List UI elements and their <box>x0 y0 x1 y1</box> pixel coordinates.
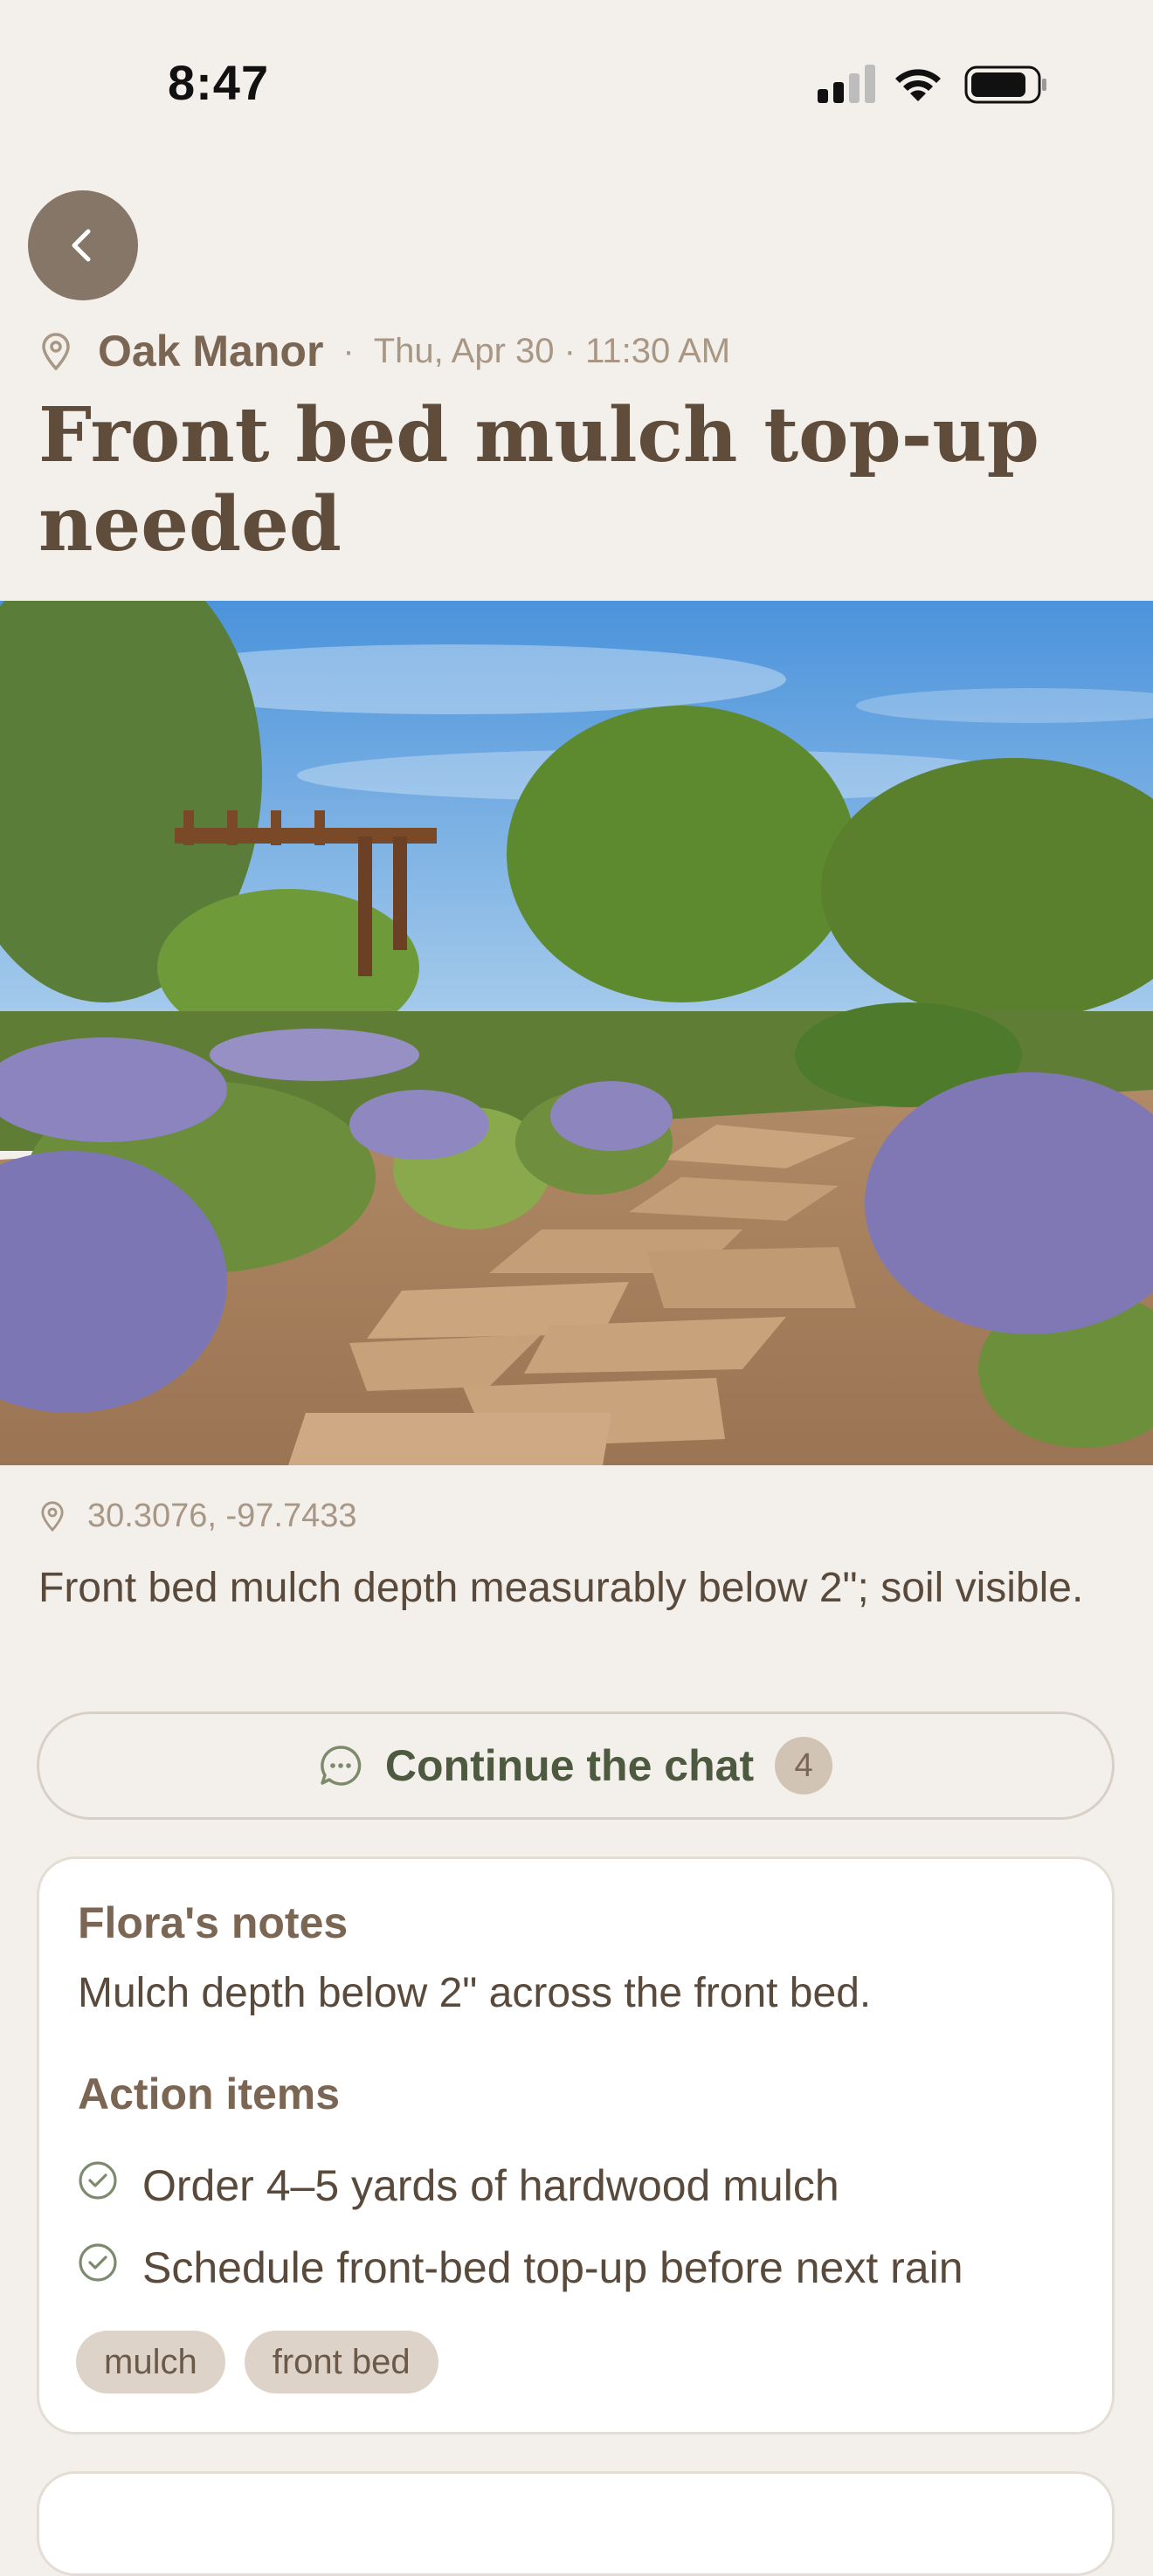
battery-icon <box>964 65 1046 104</box>
garden-photo[interactable] <box>0 601 1153 1465</box>
report-datetime: Thu, Apr 30 · 11:30 AM <box>373 331 731 370</box>
tag-mulch[interactable]: mulch <box>76 2331 225 2393</box>
report-description: Front bed mulch depth measurably below 2… <box>38 1565 1084 1611</box>
location-pin-icon <box>41 1501 64 1533</box>
continue-chat-label: Continue the chat <box>384 1741 755 1790</box>
check-circle-icon <box>79 2161 117 2200</box>
report-meta: Oak Manor · Thu, Apr 30 · 11:30 AM <box>38 321 730 381</box>
coordinates-text: 30.3076, -97.7433 <box>87 1497 357 1534</box>
back-button[interactable] <box>28 190 138 300</box>
action-items-heading: Action items <box>78 2070 341 2118</box>
page-title: Front bed mulch top-up needed <box>38 391 1039 568</box>
action-item-text: Order 4–5 yards of hardwood mulch <box>142 2161 839 2210</box>
check-circle-icon <box>79 2243 117 2282</box>
action-item-text: Schedule front-bed top-up before next ra… <box>142 2243 963 2292</box>
chevron-left-icon <box>72 229 91 262</box>
chat-bubble-icon <box>321 1746 362 1786</box>
status-bar: 8:47 <box>0 0 1153 175</box>
notes-body: Mulch depth below 2" across the front be… <box>78 1970 872 2016</box>
tag-list: mulch front bed <box>76 2331 438 2393</box>
action-item[interactable]: Order 4–5 yards of hardwood mulch <box>78 2154 839 2217</box>
location-pin-icon <box>42 333 70 370</box>
status-time: 8:47 <box>168 55 270 110</box>
continue-chat-button[interactable]: Continue the chat 4 <box>37 1712 1115 1820</box>
location-coordinates[interactable]: 30.3076, -97.7433 <box>38 1491 357 1540</box>
wifi-icon <box>895 69 941 101</box>
action-item[interactable]: Schedule front-bed top-up before next ra… <box>78 2236 963 2299</box>
garden-photo-image <box>0 601 1153 1465</box>
meta-separator: · <box>342 331 355 370</box>
tag-front-bed[interactable]: front bed <box>244 2331 438 2393</box>
notes-card: Flora's notes Mulch depth below 2" acros… <box>37 1856 1115 2435</box>
next-card <box>37 2471 1115 2576</box>
cellular-signal-icon <box>818 65 875 103</box>
notes-heading: Flora's notes <box>78 1898 349 1947</box>
property-name[interactable]: Oak Manor <box>98 326 323 376</box>
chat-message-count-badge: 4 <box>775 1737 833 1794</box>
